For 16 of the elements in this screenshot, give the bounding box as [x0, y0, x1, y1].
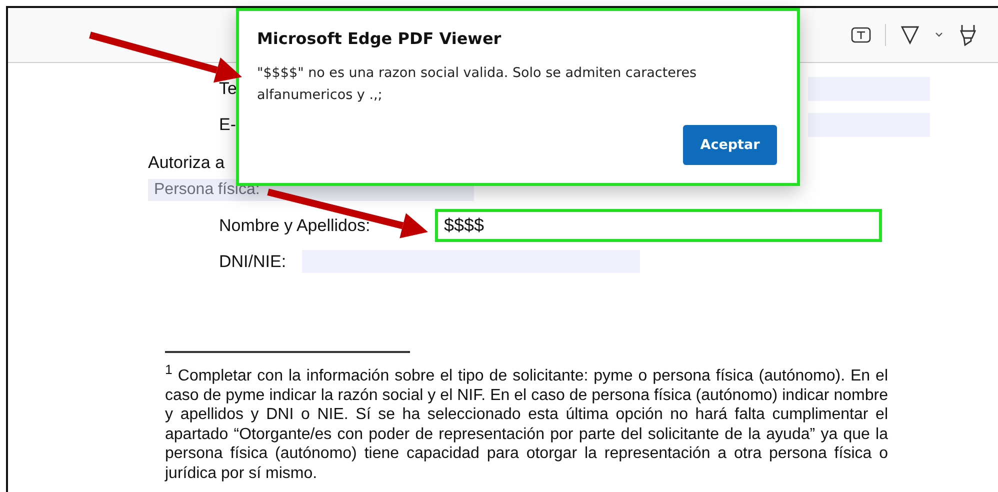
form-field[interactable]: $$$$ — [435, 209, 882, 242]
field-label: Te — [219, 79, 237, 99]
footnote-text: $^{1}$ Completar con la información sobre el tipo de solicitante: pyme o persona física (autónomo). En el caso de pyme indicar la razón social y el NIF. En el caso de persona física (autónomo) indicar nombre y apellidos y DNI o NIE. Sí se ha seleccionado esta última opción no hará falta cumplimentar el apartado “Otorgante/es con poder de representación por parte del solicitante de la ayuda” ya que la persona física (autónomo) tiene capacidad para otorgar la representación a otra persona física o jurídica por sí mismo. — [165, 361, 888, 484]
section-heading: Autoriza a — [148, 153, 225, 173]
field-label: DNI/NIE: — [219, 252, 288, 272]
field-label: E- — [219, 115, 236, 135]
dialog-title: Microsoft Edge PDF Viewer — [257, 29, 502, 48]
draw-pen-icon[interactable] — [900, 24, 920, 46]
highlighter-icon[interactable] — [958, 23, 978, 47]
text-box-icon[interactable] — [851, 27, 871, 43]
accept-button[interactable]: Aceptar — [683, 125, 777, 165]
dialog-message: "$$$$" no es una razon social valida. Solo se admiten caracteres alfanumericos y .,; — [257, 64, 698, 105]
form-field[interactable] — [808, 113, 930, 137]
form-field[interactable] — [808, 77, 930, 101]
chevron-down-icon[interactable] — [934, 31, 944, 39]
field-label: Nombre y Apellidos: — [219, 216, 372, 236]
